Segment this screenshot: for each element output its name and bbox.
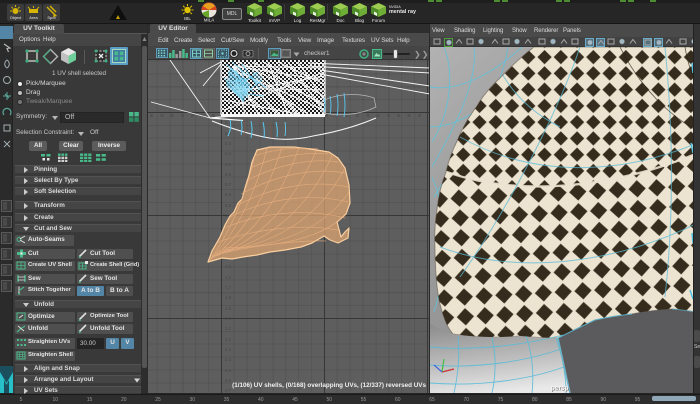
svg-text:MILA: MILA [204,18,215,23]
svg-text:ResMgr: ResMgr [310,18,326,23]
svg-text:Doc: Doc [336,18,345,23]
svg-text:Blog: Blog [355,18,365,23]
svg-text:Forum: Forum [372,18,385,23]
svg-text:persp: persp [551,385,569,392]
svg-text:IBL: IBL [184,16,191,21]
svg-text:mrVP: mrVP [269,18,280,23]
svg-text:Toolkit: Toolkit [248,18,262,23]
svg-text:Log: Log [294,18,302,23]
